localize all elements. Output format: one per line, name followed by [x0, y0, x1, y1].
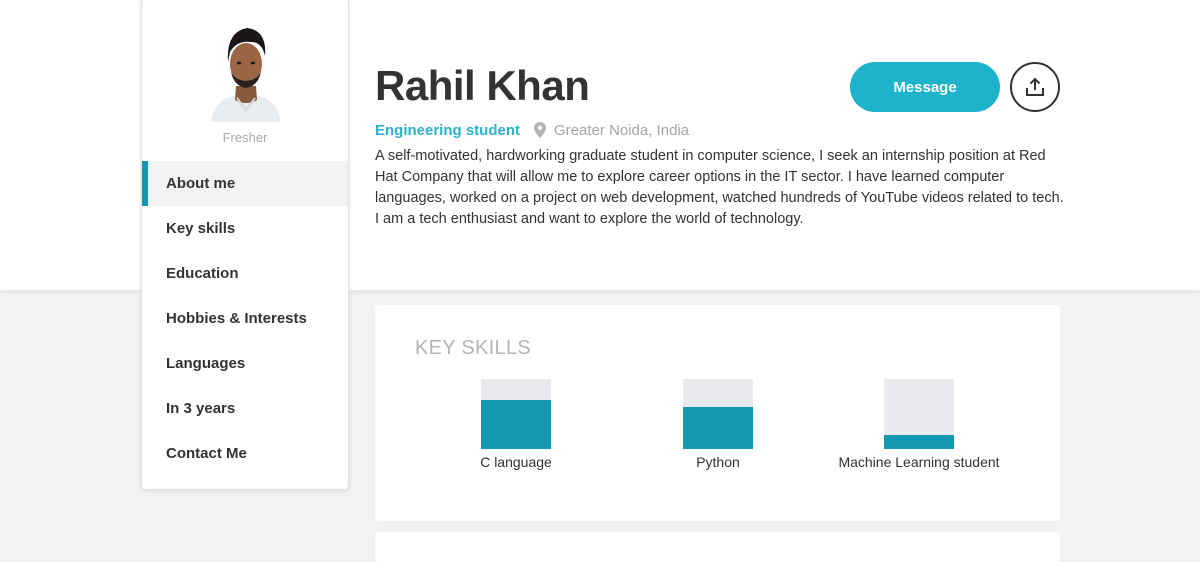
profile-location: Greater Noida, India — [554, 121, 690, 139]
skill-bar — [884, 379, 954, 449]
next-section-card — [375, 532, 1060, 562]
share-button[interactable] — [1010, 62, 1060, 112]
sidebar-item-hobbies-interests[interactable]: Hobbies & Interests — [142, 296, 348, 341]
skill-item: C language — [416, 379, 616, 470]
sidebar-item-in-3-years[interactable]: In 3 years — [142, 386, 348, 431]
share-upload-icon — [1025, 77, 1045, 97]
sidebar-item-education[interactable]: Education — [142, 251, 348, 296]
sidebar-nav: About me Key skills Education Hobbies & … — [142, 161, 348, 476]
message-button[interactable]: Message — [850, 62, 1000, 112]
skill-label: C language — [480, 454, 552, 470]
sidebar-item-languages[interactable]: Languages — [142, 341, 348, 386]
skill-label: Python — [696, 454, 740, 470]
profile-role: Engineering student — [375, 121, 521, 139]
experience-level: Fresher — [222, 130, 268, 145]
key-skills-card: KEY SKILLS C language Python Machine Lea… — [375, 305, 1060, 521]
skill-bar — [683, 379, 753, 449]
profile-meta: Engineering student Greater Noida, India — [375, 120, 689, 140]
skill-bar-fill — [481, 400, 551, 449]
skill-bar — [481, 379, 551, 449]
avatar — [207, 20, 285, 122]
skill-bar-fill — [683, 407, 753, 449]
profile-bio: A self-motivated, hardworking graduate s… — [375, 148, 1064, 227]
skill-item: Python — [618, 379, 818, 470]
profile-name: Rahil Khan — [375, 62, 590, 109]
key-skills-title: KEY SKILLS — [415, 337, 532, 359]
skill-label: Machine Learning student — [838, 454, 1000, 470]
location-pin-icon — [534, 122, 547, 138]
sidebar-item-key-skills[interactable]: Key skills — [142, 206, 348, 251]
skill-item: Machine Learning student — [819, 379, 1019, 470]
sidebar-item-contact-me[interactable]: Contact Me — [142, 431, 348, 476]
sidebar-item-about-me[interactable]: About me — [142, 161, 348, 206]
sidebar: Fresher About me Key skills Education Ho… — [141, 0, 349, 490]
skill-bar-fill — [884, 435, 954, 449]
